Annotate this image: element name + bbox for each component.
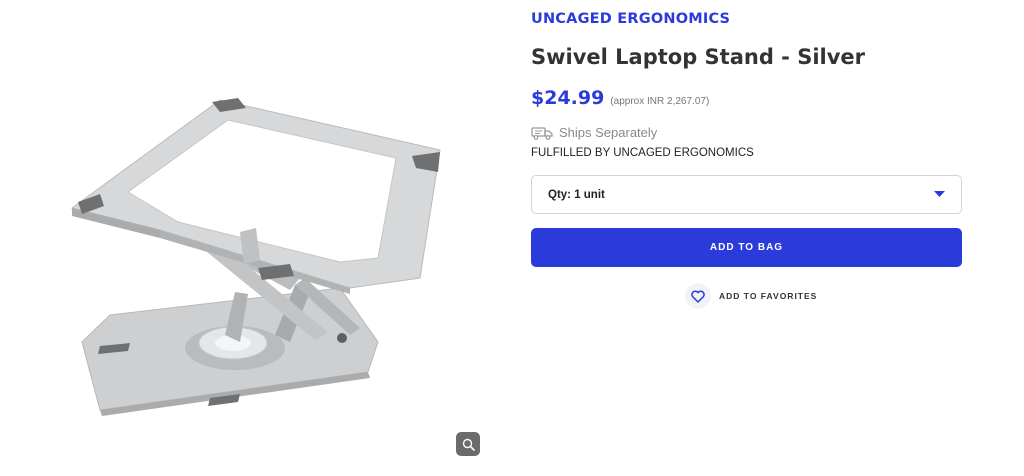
shipping-info: Ships Separately (531, 125, 657, 140)
add-to-bag-label: ADD TO BAG (709, 242, 784, 253)
price: $24.99 (531, 87, 605, 109)
quantity-value: Qty: 1 unit (548, 188, 605, 201)
truck-icon (531, 126, 553, 140)
product-image-pane (0, 0, 520, 476)
favorite-icon-circle (685, 283, 711, 309)
caret-down-icon (934, 191, 945, 197)
fulfilled-by: FULFILLED BY UNCAGED ERGONOMICS (531, 147, 754, 159)
shipping-text: Ships Separately (559, 125, 658, 140)
brand-link[interactable]: UNCAGED ERGONOMICS (531, 11, 730, 27)
product-image (70, 98, 441, 416)
heart-icon (691, 290, 705, 303)
add-to-bag-button[interactable]: ADD TO BAG (531, 228, 962, 267)
quantity-select[interactable]: Qty: 1 unit (531, 175, 962, 214)
product-title: Swivel Laptop Stand - Silver (531, 45, 866, 69)
add-to-favorites-label: ADD TO FAVORITES (719, 291, 818, 301)
zoom-button[interactable] (456, 432, 480, 456)
price-row: $24.99 (approx INR 2,267.07) (531, 87, 709, 109)
add-to-favorites-button[interactable]: ADD TO FAVORITES (685, 283, 817, 309)
approx-price: (approx INR 2,267.07) (610, 96, 710, 107)
zoom-icon (462, 438, 475, 451)
